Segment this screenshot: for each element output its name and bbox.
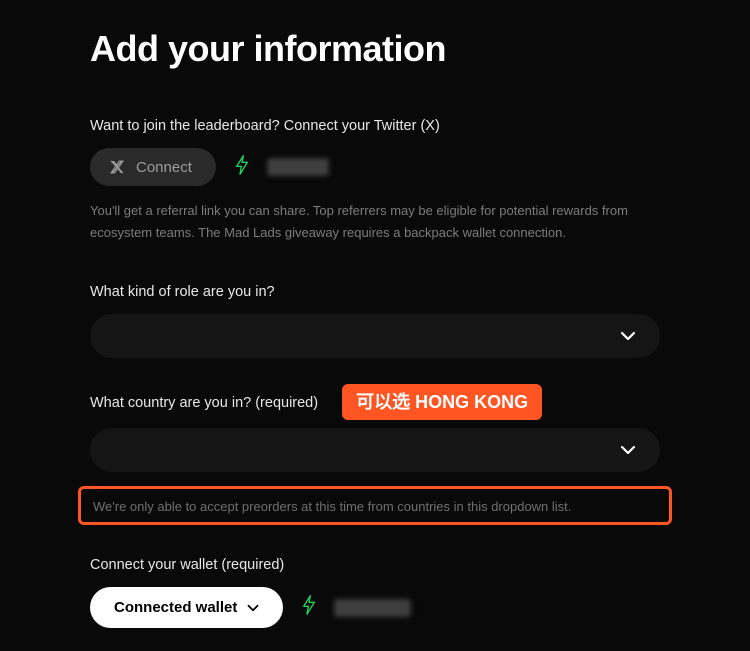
twitter-help-text: You'll get a referral link you can share… [90, 200, 660, 244]
wallet-section: Connect your wallet (required) Connected… [90, 557, 660, 628]
bolt-icon [234, 154, 250, 181]
twitter-connect-button[interactable]: Connect [90, 148, 216, 186]
connected-wallet-button[interactable]: Connected wallet [90, 587, 283, 628]
country-section: What country are you in? (required) 可以选 … [90, 392, 660, 525]
country-dropdown[interactable] [90, 428, 660, 472]
twitter-handle-blurred [268, 159, 328, 175]
wallet-label: Connect your wallet (required) [90, 557, 660, 573]
role-label: What kind of role are you in? [90, 284, 660, 300]
chevron-down-icon [247, 599, 259, 616]
connected-wallet-label: Connected wallet [114, 599, 237, 616]
page-title: Add your information [90, 28, 660, 70]
twitter-section: Want to join the leaderboard? Connect yo… [90, 118, 660, 244]
x-icon [108, 158, 126, 176]
country-label: What country are you in? (required) [90, 395, 318, 411]
twitter-label: Want to join the leaderboard? Connect yo… [90, 118, 660, 134]
bolt-icon [301, 594, 317, 621]
country-note: We're only able to accept preorders at t… [93, 499, 657, 514]
role-section: What kind of role are you in? [90, 284, 660, 358]
country-annotation-badge: 可以选 HONG KONG [342, 384, 542, 420]
wallet-address-blurred [335, 600, 410, 616]
chevron-down-icon [620, 331, 636, 341]
role-dropdown[interactable] [90, 314, 660, 358]
chevron-down-icon [620, 445, 636, 455]
country-note-highlight: We're only able to accept preorders at t… [78, 486, 672, 525]
twitter-connect-label: Connect [136, 159, 192, 176]
